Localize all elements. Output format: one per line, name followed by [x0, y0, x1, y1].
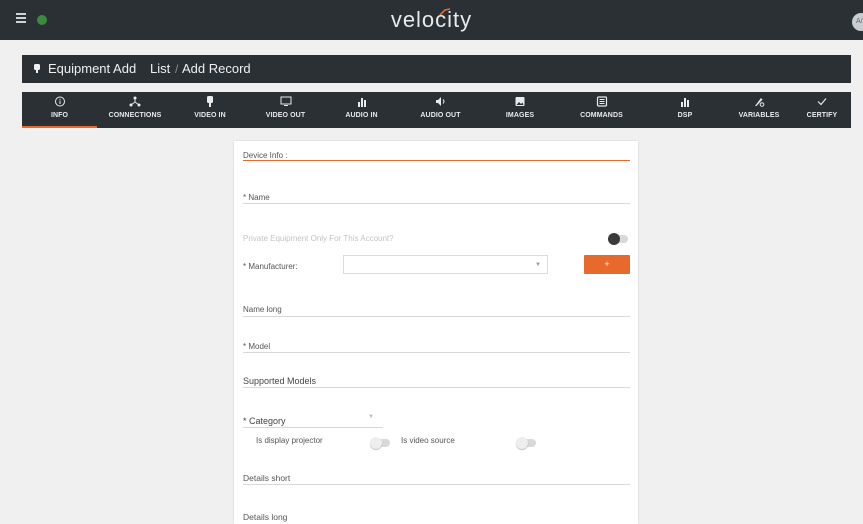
tab-label: VIDEO OUT	[265, 112, 306, 119]
tab-label: IMAGES	[505, 112, 535, 119]
supported-models-input[interactable]	[243, 387, 630, 388]
name-long-label: Name long	[243, 305, 282, 314]
commands-icon	[596, 96, 607, 107]
variables-icon	[755, 98, 765, 107]
plug-icon	[207, 96, 213, 107]
tab-variables[interactable]: VARIABLES	[725, 92, 793, 128]
bar-chart-icon	[681, 98, 689, 107]
tab-video-out[interactable]: VIDEO OUT	[247, 92, 324, 128]
display-projector-toggle[interactable]	[370, 437, 390, 449]
category-select[interactable]	[243, 427, 383, 428]
tab-label: VARIABLES	[738, 112, 780, 119]
tab-connections[interactable]: CONNECTIONS	[97, 92, 173, 128]
info-icon	[54, 96, 65, 107]
monitor-icon	[280, 96, 291, 106]
private-toggle[interactable]	[608, 233, 628, 245]
tab-label: AUDIO OUT	[420, 112, 461, 119]
supported-models-label: Supported Models	[243, 376, 317, 386]
tab-bar: INFO CONNECTIONS VIDEO IN VIDEO OUT AUDI…	[22, 92, 851, 128]
page-title: Equipment Add	[48, 61, 137, 76]
tab-label: INFO	[50, 112, 69, 119]
tab-label: CONNECTIONS	[108, 112, 162, 119]
tab-label: CERTIFY	[806, 112, 838, 119]
manufacturer-select[interactable]: ▼	[343, 255, 548, 274]
name-long-input[interactable]	[243, 316, 630, 317]
tab-commands[interactable]: COMMANDS	[558, 92, 645, 128]
tab-info[interactable]: INFO	[22, 92, 97, 128]
bar-chart-icon	[357, 98, 366, 107]
tab-audio-out[interactable]: AUDIO OUT	[399, 92, 482, 128]
form-card: Device Info : * Name Private Equipment O…	[234, 141, 638, 524]
brand-name: velocity	[390, 7, 473, 32]
breadcrumb-list-link[interactable]: List	[150, 61, 170, 76]
chevron-down-icon[interactable]: ▼	[368, 414, 374, 420]
tab-certify[interactable]: CERTIFY	[793, 92, 851, 128]
tab-audio-in[interactable]: AUDIO IN	[324, 92, 399, 128]
manufacturer-label: * Manufacturer:	[243, 262, 298, 271]
category-label: * Category	[243, 416, 286, 426]
add-manufacturer-button[interactable]: +	[584, 255, 630, 274]
top-bar: velocity A/	[0, 0, 863, 40]
video-source-toggle[interactable]	[516, 437, 536, 449]
private-label: Private Equipment Only For This Account?	[243, 234, 394, 243]
video-source-label: Is video source	[401, 436, 455, 445]
section-title: Device Info :	[243, 151, 288, 160]
details-short-input[interactable]	[243, 484, 630, 485]
speaker-icon	[435, 97, 444, 106]
chevron-down-icon: ▼	[535, 262, 541, 268]
display-projector-label: Is display projector	[256, 436, 323, 445]
tab-images[interactable]: IMAGES	[482, 92, 558, 128]
image-icon	[515, 97, 525, 106]
tab-label: COMMANDS	[580, 112, 623, 119]
check-icon	[817, 98, 827, 106]
details-long-label: Details long	[243, 512, 288, 522]
tab-video-in[interactable]: VIDEO IN	[173, 92, 247, 128]
model-input[interactable]	[243, 352, 630, 353]
breadcrumb-current: Add Record	[182, 61, 251, 76]
plug-icon	[34, 64, 40, 73]
breadcrumb-separator: /	[175, 62, 179, 76]
tab-label: AUDIO IN	[345, 112, 378, 119]
tab-dsp[interactable]: DSP	[645, 92, 725, 128]
section-divider	[243, 160, 630, 161]
page-header: Equipment Add List / Add Record	[22, 55, 851, 83]
details-short-label: Details short	[243, 473, 291, 483]
model-label: * Model	[243, 342, 271, 351]
name-input[interactable]	[243, 203, 630, 204]
name-label: * Name	[243, 193, 270, 202]
tab-label: DSP	[677, 112, 693, 119]
avatar[interactable]: A/	[852, 13, 863, 31]
tab-label: VIDEO IN	[194, 112, 226, 119]
connections-icon	[129, 96, 141, 107]
